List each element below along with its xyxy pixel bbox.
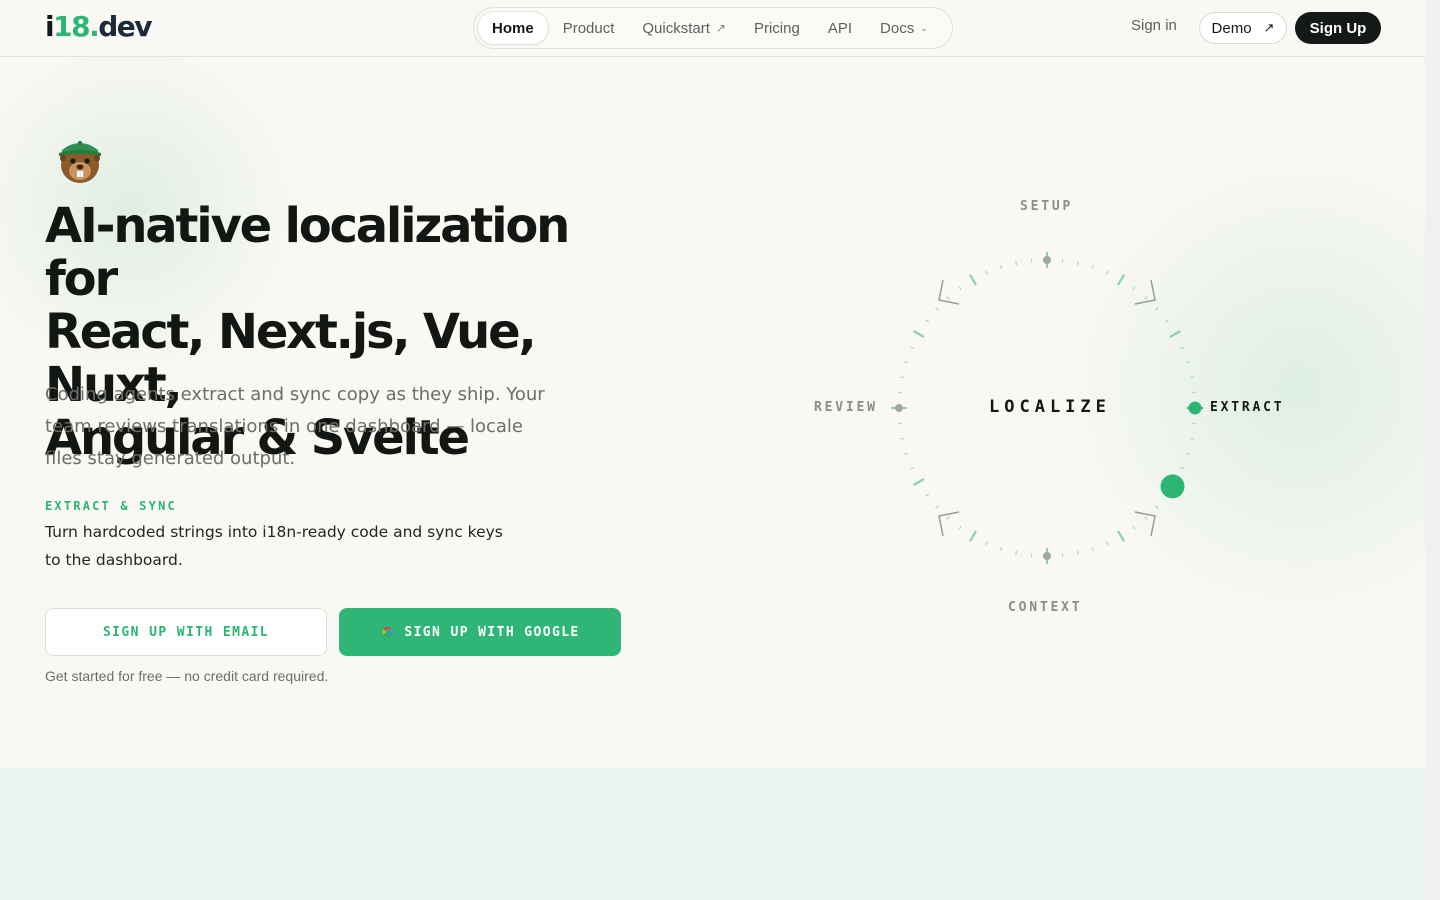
- dial-tick: [1091, 546, 1095, 551]
- logo-dot: .: [89, 10, 100, 43]
- dial-tick: [900, 437, 905, 440]
- feature-description: Turn hardcoded strings into i18n-ready c…: [45, 523, 503, 569]
- dial-tick: [925, 493, 930, 497]
- signup-button[interactable]: Sign Up: [1295, 12, 1381, 44]
- stage-review[interactable]: REVIEW: [814, 400, 878, 415]
- dial-tick: [935, 307, 939, 311]
- dial-tick: [925, 319, 930, 323]
- dial-tick: [958, 525, 962, 530]
- dial-tick: [1117, 274, 1125, 286]
- dial-tick: [1105, 541, 1109, 546]
- dial-stage-marker: [1043, 256, 1051, 264]
- nav-home[interactable]: Home: [477, 11, 549, 45]
- main-nav: Home Product Quickstart ↗ Pricing API Doc…: [473, 7, 953, 49]
- next-section: [0, 768, 1425, 900]
- nav-docs-label: Docs: [880, 19, 915, 37]
- dial-tick: [904, 452, 909, 456]
- dial-tick: [913, 330, 925, 338]
- stage-extract[interactable]: EXTRACT: [1210, 400, 1284, 415]
- dial-tick: [900, 376, 905, 379]
- nav-quickstart-label: Quickstart: [642, 19, 710, 37]
- signup-email-button[interactable]: SIGN UP WITH EMAIL: [45, 608, 327, 656]
- dial-tick: [985, 270, 989, 275]
- dial-tick: [909, 346, 914, 350]
- workflow-dial: SETUP EXTRACT CONTEXT REVIEW LOCALIZE: [790, 180, 1310, 640]
- dial-tick: [969, 274, 977, 286]
- dial-active-marker: [1188, 401, 1202, 415]
- dial-tick: [1117, 530, 1125, 542]
- dial-tick: [958, 286, 962, 291]
- signin-link[interactable]: Sign in: [1131, 17, 1177, 34]
- demo-button[interactable]: Demo ↗: [1199, 12, 1287, 44]
- logo-i: i: [45, 10, 55, 43]
- nav-pricing-label: Pricing: [753, 19, 800, 37]
- dial-tick: [909, 466, 914, 470]
- dial-tick: [1076, 550, 1079, 555]
- nav-docs[interactable]: Docs ⌄: [866, 11, 942, 45]
- logo-dev: dev: [98, 10, 152, 43]
- dial-tick: [999, 265, 1003, 270]
- stage-setup[interactable]: SETUP: [1020, 199, 1073, 214]
- hero-subtitle: Coding agents extract and sync copy as t…: [45, 384, 545, 469]
- arrow-up-right-icon: ↗: [715, 21, 726, 35]
- arrow-up-right-icon: ↗: [1263, 20, 1275, 35]
- stage-context[interactable]: CONTEXT: [1008, 600, 1082, 615]
- chevron-down-icon: ⌄: [920, 22, 928, 33]
- dial-tick: [1132, 525, 1136, 530]
- dial-tick: [1015, 550, 1018, 555]
- nav-home-label: Home: [492, 19, 534, 37]
- dial-tick: [1155, 505, 1159, 509]
- dial-tick: [1189, 437, 1194, 440]
- nav-api[interactable]: API: [814, 11, 866, 45]
- site-header: i 18 . dev Home Product Quickstart ↗ Pric…: [0, 0, 1425, 57]
- demo-label: Demo: [1211, 19, 1252, 37]
- logo[interactable]: i 18 . dev: [45, 9, 153, 45]
- dial-stage-marker: [1043, 552, 1051, 560]
- dial-corner-bracket: [1134, 511, 1156, 537]
- beaver-mascot-icon: [59, 141, 101, 183]
- dial-tick: [913, 478, 925, 486]
- dial-tick: [1180, 466, 1185, 470]
- dial-tick: [1185, 360, 1190, 364]
- dial-tick: [1185, 452, 1190, 456]
- google-icon: [383, 626, 394, 638]
- dial-tick: [1164, 319, 1169, 323]
- feature-label: EXTRACT & SYNC: [45, 499, 177, 513]
- dial-tick: [904, 360, 909, 364]
- dial-stage-marker: [895, 404, 903, 412]
- dial-tick: [1169, 330, 1181, 338]
- nav-product-label: Product: [562, 19, 615, 37]
- nav-pricing[interactable]: Pricing: [740, 11, 814, 45]
- dial-tick: [985, 541, 989, 546]
- dial-tick: [946, 296, 950, 300]
- dial-corner-bracket: [938, 279, 960, 305]
- dial-tick: [1132, 286, 1136, 291]
- dial-corner-bracket: [938, 511, 960, 537]
- dial-tick: [1155, 307, 1159, 311]
- logo-number: 18: [53, 10, 90, 43]
- signup-google-label: SIGN UP WITH GOOGLE: [404, 624, 580, 640]
- nav-product[interactable]: Product: [549, 11, 629, 45]
- dial-tick: [1076, 261, 1079, 266]
- dial-tick: [1144, 516, 1148, 520]
- hero-title-line-1: AI-native localization for: [45, 198, 570, 307]
- scrollbar[interactable]: [1425, 0, 1440, 900]
- dial-tick: [1180, 346, 1185, 350]
- dial-tick: [999, 546, 1003, 551]
- nav-quickstart[interactable]: Quickstart ↗: [628, 11, 740, 45]
- dial-tick: [969, 530, 977, 542]
- dial-center-label: LOCALIZE: [989, 397, 1111, 417]
- signup-google-button[interactable]: SIGN UP WITH GOOGLE: [339, 608, 621, 656]
- dial-tick: [1189, 376, 1194, 379]
- dial-tick: [946, 516, 950, 520]
- dial-progress-indicator: [1160, 474, 1185, 499]
- dial-corner-bracket: [1134, 279, 1156, 305]
- dial-tick: [1091, 265, 1095, 270]
- dial-tick: [1015, 261, 1018, 266]
- fineprint: Get started for free — no credit card re…: [45, 668, 329, 684]
- dial-tick: [1144, 296, 1148, 300]
- nav-api-label: API: [827, 19, 853, 37]
- dial-tick: [935, 505, 939, 509]
- dial-tick: [1105, 270, 1109, 275]
